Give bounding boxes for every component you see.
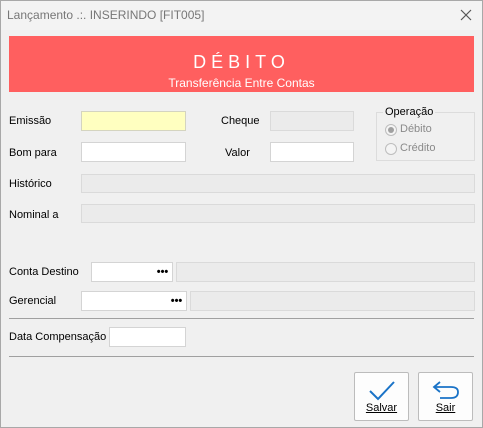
debito-radio-label: Débito	[400, 123, 432, 135]
salvar-button-label: Salvar	[365, 402, 398, 414]
close-button[interactable]	[456, 5, 476, 25]
conta-destino-lookup-button[interactable]: •••	[155, 265, 170, 279]
separator-top	[9, 318, 474, 319]
gerencial-label: Gerencial	[9, 295, 57, 307]
emissao-field[interactable]	[81, 111, 186, 131]
data-compensacao-field[interactable]	[109, 327, 186, 347]
title-bar: Lançamento .:. INSERINDO [FIT005]	[1, 1, 482, 30]
historico-field	[81, 174, 475, 193]
nominal-label: Nominal a	[9, 209, 59, 221]
operation-banner: DÉBITO Transferência Entre Contas	[9, 36, 474, 92]
separator-bottom	[9, 356, 474, 357]
credito-radio[interactable]	[385, 143, 397, 155]
cheque-field	[270, 111, 354, 131]
bom-para-field[interactable]	[81, 142, 186, 162]
sair-button-label: Sair	[435, 402, 456, 414]
valor-field[interactable]	[270, 142, 354, 162]
salvar-button[interactable]: Salvar	[354, 372, 409, 421]
debito-radio[interactable]	[385, 124, 397, 136]
credito-radio-label: Crédito	[400, 142, 436, 154]
conta-destino-label: Conta Destino	[9, 266, 79, 278]
historico-label: Histórico	[9, 178, 52, 190]
window-title: Lançamento .:. INSERINDO [FIT005]	[7, 8, 205, 22]
banner-title: DÉBITO	[193, 52, 290, 72]
gerencial-description	[190, 291, 475, 311]
operacao-label: Operação	[383, 106, 436, 118]
conta-destino-description	[176, 262, 475, 282]
gerencial-lookup-button[interactable]: •••	[169, 294, 184, 308]
sair-button[interactable]: Sair	[418, 372, 473, 421]
valor-label: Valor	[225, 147, 250, 159]
nominal-field	[81, 204, 475, 223]
cheque-label: Cheque	[221, 115, 260, 127]
checkmark-icon	[368, 381, 395, 401]
data-compensacao-label: Data Compensação	[9, 331, 107, 343]
banner-subtitle: Transferência Entre Contas	[168, 76, 315, 90]
bom-para-label: Bom para	[9, 147, 57, 159]
return-arrow-icon	[432, 381, 459, 399]
dialog-window: Lançamento .:. INSERINDO [FIT005] DÉBITO…	[0, 0, 483, 428]
close-icon	[460, 9, 472, 21]
emissao-label: Emissão	[9, 115, 52, 127]
